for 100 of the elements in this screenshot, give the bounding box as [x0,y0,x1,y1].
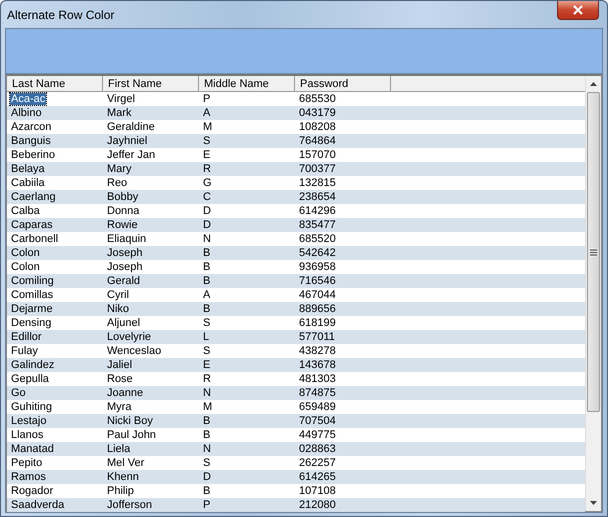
table-cell: Geraldine [106,121,156,133]
table-cell: 262257 [298,457,337,469]
table-cell: Comiling [10,275,55,287]
table-cell: Manatad [10,443,55,455]
table-cell: Fulay [10,345,39,357]
table-cell: Gerald [106,275,142,287]
table-cell: 542642 [298,247,337,259]
table-cell: 707504 [298,415,337,427]
table-cell: Rowie [106,219,139,231]
table-cell: Niko [106,303,130,315]
table-cell: 874875 [298,387,337,399]
table-cell: 614265 [298,471,337,483]
table-cell: Edillor [10,331,43,343]
grip-icon [590,248,597,256]
table-cell: Colon [10,261,41,273]
table-cell: G [202,177,213,189]
table-cell: 028863 [298,443,337,455]
up-arrow-icon [590,82,597,86]
table-cell: 108208 [298,121,337,133]
table-cell: C [202,191,212,203]
table-cell: D [202,219,212,231]
table-cell: D [202,471,212,483]
table-cell: Myra [106,401,132,413]
table-cell: B [202,415,212,427]
table-cell: 467044 [298,289,337,301]
table-cell: N [202,387,212,399]
close-button[interactable] [557,1,599,20]
table-cell: Ramos [10,471,47,483]
table-cell: Philip [106,485,135,497]
table-cell: Gepulla [10,373,50,385]
table-cell: S [202,345,212,357]
table-cell: Liela [106,443,132,455]
table-cell: Galindez [10,359,56,371]
table-cell: Joanne [106,387,144,399]
table-cell: Lovelyrie [106,331,152,343]
table-cell: A [202,107,212,119]
table-cell: Comillas [10,289,54,301]
table-cell: Mel Ver [106,457,146,469]
table-cell: L [202,331,210,343]
table-cell: 685530 [298,93,337,105]
table-cell: Khenn [106,471,140,483]
table-cell: Bobby [106,191,140,203]
table-cell: Go [10,387,27,399]
table-cell: Joseph [106,247,144,259]
table-cell: B [202,247,212,259]
table-cell: Calba [10,205,41,217]
table-cell: E [202,149,212,161]
table-cell: Rose [106,373,134,385]
scrollbar-thumb[interactable] [587,92,600,412]
column-header[interactable]: First Name [103,76,199,91]
table-cell: B [202,485,212,497]
table-cell: 889656 [298,303,337,315]
table-cell: Jaliel [106,359,134,371]
table-cell: Caerlang [10,191,57,203]
table-cell: S [202,317,212,329]
table-cell: 700377 [298,163,337,175]
table-cell: Saadverda [10,499,66,511]
table-cell: R [202,373,212,385]
table-cell: P [202,93,212,105]
table-cell: Jeffer Jan [106,149,156,161]
table-cell: Reo [106,177,128,189]
table-cell: Donna [106,205,140,217]
table-cell: S [202,135,212,147]
table-cell: Lestajo [10,415,48,427]
table-cell: M [202,121,214,133]
table-cell: R [202,163,212,175]
table-cell: B [202,275,212,287]
column-header[interactable]: Password [295,76,391,91]
window-title: Alternate Row Color [7,6,114,24]
table-cell: Dejarme [10,303,54,315]
table-cell: B [202,261,212,273]
table-cell: D [202,205,212,217]
table-cell: Densing [10,317,52,329]
table-cell: Llanos [10,429,44,441]
table-cell: 618199 [298,317,337,329]
table-cell: B [202,303,212,315]
table-cell: 481303 [298,373,337,385]
table-cell: 157070 [298,149,337,161]
table-cell: Colon [10,247,41,259]
table-cell: Nicki Boy [106,415,154,427]
table-cell: 764864 [298,135,337,147]
table-cell: Virgel [106,93,136,105]
close-icon [572,5,584,15]
table-cell: Jayhniel [106,135,148,147]
table-cell: 212080 [298,499,337,511]
column-header[interactable]: Middle Name [199,76,295,91]
table-cell: Paul John [106,429,157,441]
table-cell: Wenceslao [106,345,162,357]
table-cell: Aca-ac [10,93,46,105]
table-cell: 449775 [298,429,337,441]
column-header[interactable]: Last Name [7,76,103,91]
table-cell: Eliaquin [106,233,148,245]
table-cell: 143678 [298,359,337,371]
table-cell: S [202,457,212,469]
table-cell: Jofferson [106,499,154,511]
table-cell: 238654 [298,191,337,203]
table-cell: P [202,499,212,511]
table-cell: Pepito [10,457,44,469]
table-cell: Mary [106,163,132,175]
table-cell: 614296 [298,205,337,217]
